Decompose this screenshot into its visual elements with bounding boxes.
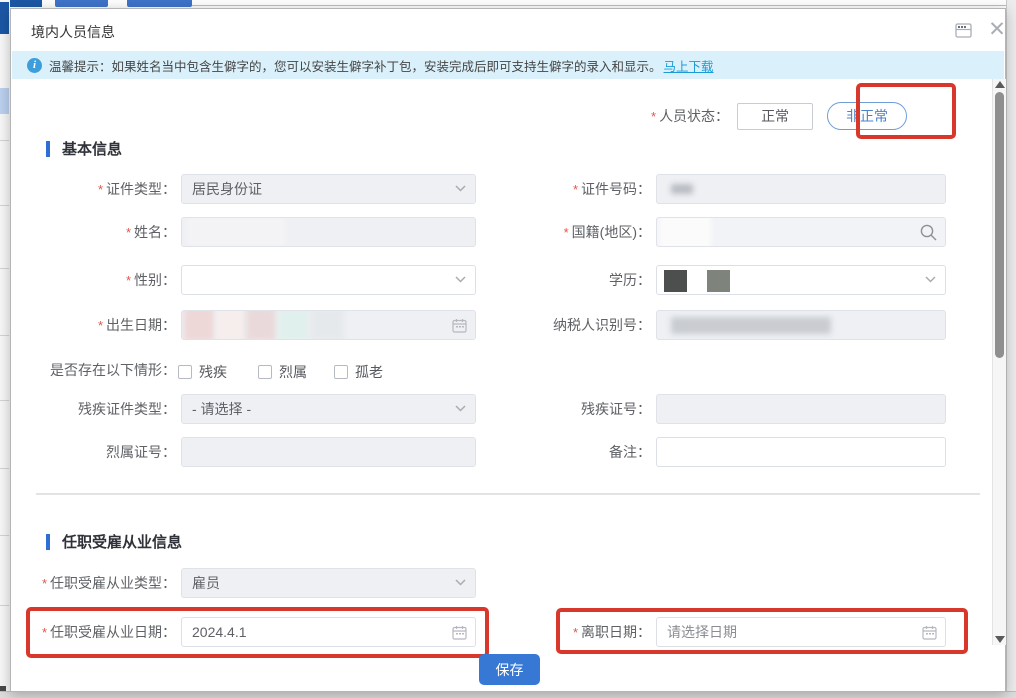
redacted-value [246, 310, 276, 340]
section-employment-info: 任职受雇从业信息 [46, 531, 182, 552]
leave-date-row: *离职日期： 请选择日期 [361, 617, 946, 647]
background-sidebar-fragment [0, 88, 9, 114]
nationality-row: *国籍(地区)： [361, 217, 946, 247]
martyr-cert-no-label: 烈属证号： [106, 444, 176, 460]
section-basic-info: 基本信息 [46, 138, 122, 159]
background-page-right [1006, 0, 1016, 698]
gender-label: 性别： [134, 272, 176, 288]
download-link[interactable]: 马上下载 [664, 56, 714, 75]
redacted-value [671, 317, 831, 334]
cert-no-label: 证件号码： [581, 181, 651, 197]
disability-cert-no-label: 残疾证号： [581, 401, 651, 417]
birth-date-label: 出生日期： [106, 317, 176, 333]
remark-input[interactable] [656, 437, 946, 467]
status-normal-button[interactable]: 正常 [737, 103, 813, 130]
disability-cert-no-row: 残疾证号： [361, 394, 946, 424]
save-button[interactable]: 保存 [479, 654, 540, 685]
section-bar [46, 534, 50, 550]
scrollbar-thumb[interactable] [995, 92, 1004, 358]
nationality-label: 国籍(地区)： [572, 224, 651, 240]
cert-type-label: 证件类型： [106, 181, 176, 197]
background-page-left [0, 0, 10, 698]
status-abnormal-button[interactable]: 非正常 [827, 102, 907, 130]
background-page-top [0, 0, 1016, 8]
background-button-fragment [127, 0, 192, 7]
redacted-value [184, 310, 214, 340]
situations-label: 是否存在以下情形： [50, 362, 176, 378]
employment-type-select[interactable]: 雇员 [181, 568, 476, 598]
redacted-value [671, 184, 693, 194]
dialog-title: 境内人员信息 [31, 22, 115, 42]
background-divider [192, 5, 1016, 6]
situation-disabled: 残疾 [178, 362, 227, 382]
section-divider [36, 493, 980, 495]
scroll-down-arrow-icon[interactable] [995, 636, 1005, 643]
name-label: 姓名： [134, 224, 176, 240]
cert-no-input[interactable] [656, 174, 946, 204]
redacted-value [707, 270, 730, 292]
chevron-down-icon [455, 579, 466, 586]
person-status-row: * 人员状态： 正常 非正常 [651, 101, 907, 131]
scroll-up-arrow-icon[interactable] [995, 81, 1005, 88]
background-button-fragment [55, 0, 108, 7]
redacted-value [278, 310, 308, 340]
checkbox-elderly[interactable] [334, 365, 348, 379]
remark-label: 备注： [609, 444, 651, 460]
window-icon[interactable] [955, 23, 972, 38]
redacted-value [186, 217, 286, 247]
education-select[interactable] [656, 265, 946, 295]
redacted-value [216, 310, 244, 340]
situation-elderly: 孤老 [334, 362, 383, 382]
disability-cert-no-input[interactable] [656, 394, 946, 424]
chevron-down-icon [925, 276, 936, 283]
employment-type-row: *任职受雇从业类型： 雇员 [31, 568, 476, 598]
redacted-value [659, 217, 711, 247]
leave-date-label: 离职日期： [581, 624, 651, 640]
background-button-fragment [10, 0, 42, 7]
redacted-value [664, 270, 687, 292]
checkbox-martyr[interactable] [258, 365, 272, 379]
situations-row: 是否存在以下情形： [31, 355, 476, 385]
education-label: 学历： [609, 272, 651, 288]
background-sidebar-fragment [0, 2, 9, 34]
section-bar [46, 141, 50, 157]
cert-no-row: *证件号码： [361, 174, 946, 204]
education-row: 学历： [361, 265, 946, 295]
taxpayer-id-label: 纳税人识别号： [553, 317, 651, 333]
tip-text: 温馨提示：如果姓名当中包含生僻字的，您可以安装生僻字补丁包，安装完成后即可支持生… [49, 56, 662, 75]
tip-banner: i 温馨提示：如果姓名当中包含生僻字的，您可以安装生僻字补丁包，安装完成后即可支… [12, 51, 1004, 79]
employment-type-label: 任职受雇从业类型： [50, 575, 176, 591]
background-page-bottom [0, 691, 1016, 698]
situation-martyr: 烈属 [258, 362, 307, 382]
taxpayer-id-row: 纳税人识别号： [361, 310, 946, 340]
nationality-input[interactable] [656, 217, 946, 247]
taxpayer-id-input[interactable] [656, 310, 946, 340]
personnel-info-dialog: 境内人员信息 ✕ i 温馨提示：如果姓名当中包含生僻字的，您可以安装生僻字补丁包… [10, 8, 1006, 692]
required-mark: * [651, 109, 656, 124]
info-icon: i [27, 58, 42, 73]
leave-date-input[interactable]: 请选择日期 [656, 617, 946, 647]
person-status-label: 人员状态： [659, 106, 729, 126]
redacted-value [310, 310, 344, 340]
calendar-icon[interactable] [922, 625, 937, 640]
checkbox-disabled[interactable] [178, 365, 192, 379]
vertical-scrollbar[interactable] [992, 79, 1006, 645]
employment-date-label: 任职受雇从业日期： [50, 624, 176, 640]
disability-cert-type-label: 残疾证件类型： [78, 401, 176, 417]
remark-row: 备注： [361, 437, 946, 467]
close-icon[interactable]: ✕ [987, 17, 1007, 43]
search-icon[interactable] [919, 223, 938, 242]
